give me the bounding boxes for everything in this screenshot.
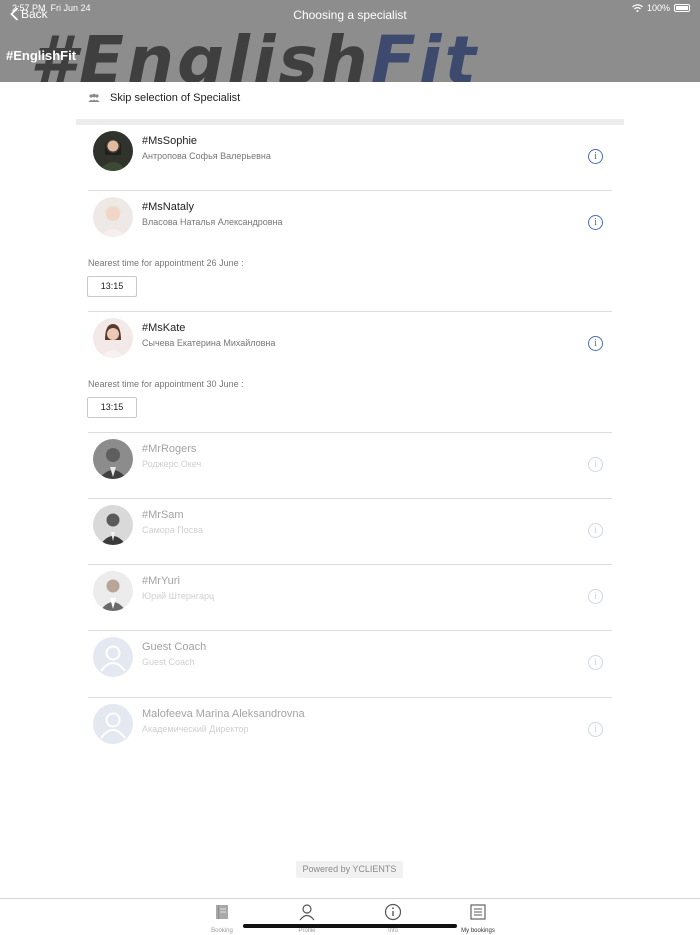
tab-my-bookings[interactable]: My bookings — [448, 903, 508, 934]
group-icon — [88, 93, 100, 102]
info-icon[interactable]: i — [588, 523, 603, 538]
avatar — [93, 505, 133, 545]
specialist-nickname: Guest Coach — [142, 641, 207, 653]
specialist-row[interactable]: #MsKate Сычева Екатерина Михайловна i — [88, 312, 612, 378]
specialist-row[interactable]: #MsSophie Антропова Софья Валерьевна i — [88, 125, 612, 191]
skip-selection-button[interactable]: Skip selection of Specialist — [88, 92, 240, 104]
specialist-nickname: #MrRogers — [142, 443, 197, 455]
tab-bar: Booking Profile Info My bookings — [0, 898, 700, 935]
avatar — [93, 439, 133, 479]
specialist-full-name: Сычева Екатерина Михайловна — [142, 338, 276, 348]
avatar — [93, 197, 133, 237]
specialist-nickname: #MsNataly — [142, 201, 194, 213]
tab-booking[interactable]: Booking — [192, 903, 252, 934]
user-icon — [299, 904, 315, 921]
specialist-nickname: #MsSophie — [142, 135, 198, 147]
info-icon — [384, 903, 402, 921]
info-icon[interactable]: i — [588, 457, 603, 472]
app-header: #EnglishFit 2:57 PM Fri Jun 24 100% Back… — [0, 0, 700, 82]
specialist-full-name: Академический Директор — [142, 724, 249, 734]
info-icon[interactable]: i — [588, 655, 603, 670]
specialist-nickname: #MrSam — [142, 509, 184, 521]
avatar — [93, 571, 133, 611]
specialist-full-name: Guest Coach — [142, 657, 195, 667]
brand-title: #EnglishFit — [6, 48, 77, 63]
tab-label: My bookings — [461, 928, 495, 934]
specialist-full-name: Власова Наталья Александровна — [142, 217, 283, 227]
tab-info[interactable]: Info — [363, 903, 423, 934]
specialist-row[interactable]: #MrRogers Роджерс Океч i — [88, 433, 612, 499]
specialist-nickname: Malofeeva Marina Aleksandrovna — [142, 708, 305, 720]
specialist-full-name: Юрий Штернгарц — [142, 591, 215, 601]
time-slot-button[interactable]: 13:15 — [87, 276, 137, 297]
time-slot-button[interactable]: 13:15 — [87, 397, 137, 418]
page-title: Choosing a specialist — [293, 8, 407, 22]
tab-label: Profile — [298, 928, 316, 934]
avatar — [93, 318, 133, 358]
specialist-row[interactable]: Malofeeva Marina Aleksandrovna Академиче… — [88, 698, 612, 764]
specialist-full-name: Самора Посва — [142, 525, 203, 535]
avatar-placeholder-icon — [93, 637, 133, 677]
specialist-row[interactable]: #MrYuri Юрий Штернгарц i — [88, 565, 612, 631]
book-icon — [216, 905, 228, 919]
info-icon[interactable]: i — [588, 722, 603, 737]
info-icon[interactable]: i — [588, 336, 603, 351]
specialist-nickname: #MsKate — [142, 322, 186, 334]
list-icon — [470, 904, 486, 920]
info-icon[interactable]: i — [588, 589, 603, 604]
tab-label: Info — [387, 928, 398, 934]
info-icon[interactable]: i — [588, 215, 603, 230]
specialist-row[interactable]: #MsNataly Власова Наталья Александровна … — [88, 191, 612, 257]
powered-by-link[interactable]: Powered by YCLIENTS — [296, 861, 403, 878]
avatar — [93, 131, 133, 171]
avatar-placeholder-icon — [93, 704, 133, 744]
nearest-time-label: Nearest time for appointment 30 June : — [88, 379, 244, 389]
tab-label: Booking — [211, 928, 233, 934]
skip-label: Skip selection of Specialist — [110, 92, 241, 104]
nearest-time-label: Nearest time for appointment 26 June : — [88, 258, 244, 268]
specialist-full-name: Роджерс Океч — [142, 459, 202, 469]
home-indicator — [243, 924, 457, 928]
specialist-nickname: #MrYuri — [142, 575, 180, 587]
tab-profile[interactable]: Profile — [277, 903, 337, 934]
specialist-row[interactable]: Guest Coach Guest Coach i — [88, 631, 612, 697]
specialist-row[interactable]: #MrSam Самора Посва i — [88, 499, 612, 565]
info-icon[interactable]: i — [588, 149, 603, 164]
specialist-full-name: Антропова Софья Валерьевна — [142, 151, 271, 161]
banner-logo: #EnglishFit — [30, 22, 480, 83]
